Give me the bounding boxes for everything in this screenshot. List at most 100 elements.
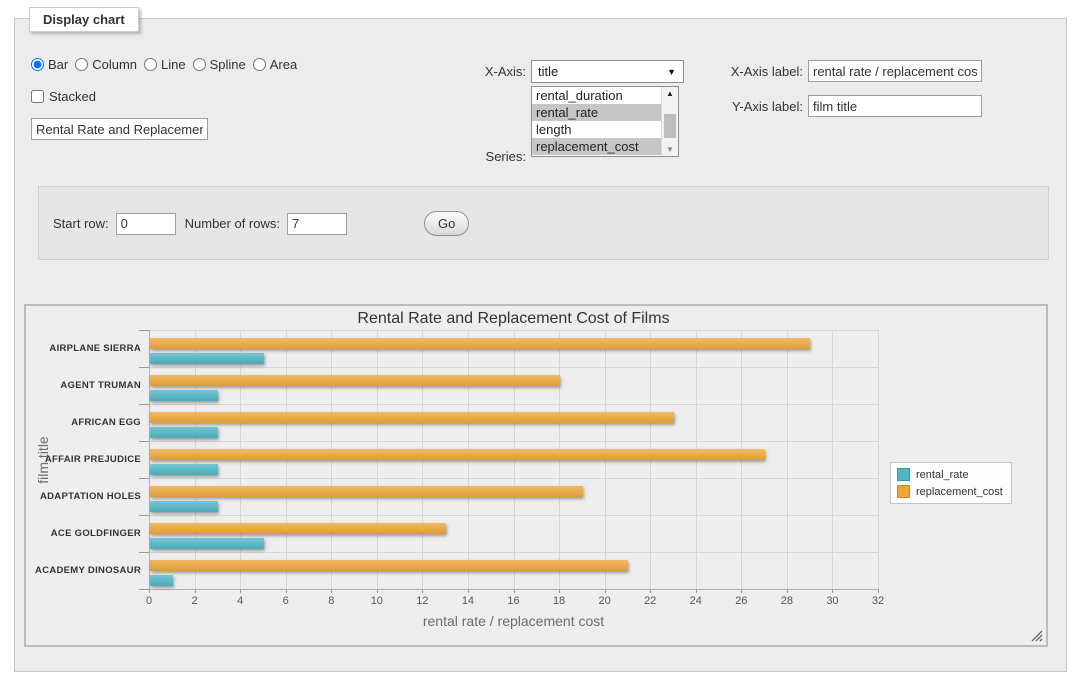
fieldset-legend: Display chart <box>29 7 139 32</box>
legend-item-replacement_cost[interactable]: replacement_cost <box>897 485 1003 498</box>
chart-type-radio-area[interactable] <box>253 58 266 71</box>
category-label: ACE GOLDFINGER <box>26 528 141 539</box>
legend-swatch <box>897 485 910 498</box>
series-list-label: Series: <box>463 149 526 164</box>
series-option-rental_duration[interactable]: rental_duration <box>532 87 661 104</box>
y-axis-line <box>149 330 150 589</box>
x-axis-tick-label: 16 <box>502 595 526 607</box>
chart-type-option-bar: Bar <box>31 57 68 72</box>
chart-title: Rental Rate and Replacement Cost of Film… <box>149 310 878 328</box>
x-axis-tick-label: 4 <box>228 595 252 607</box>
y-axis-tick <box>139 478 149 479</box>
gridline <box>149 404 878 405</box>
legend-item-rental_rate[interactable]: rental_rate <box>897 468 1003 481</box>
bar-replacement_cost <box>150 486 583 497</box>
bar-rental_rate <box>150 464 218 475</box>
gridline <box>286 330 287 589</box>
bar-replacement_cost <box>150 449 765 460</box>
x-axis-select[interactable]: title ▼ <box>531 60 684 83</box>
category-label: AFRICAN EGG <box>26 417 141 428</box>
x-axis-title: rental rate / replacement cost <box>149 613 878 629</box>
gridline <box>787 330 788 589</box>
bar-rental_rate <box>150 501 218 512</box>
legend-label: replacement_cost <box>916 486 1003 498</box>
go-button[interactable]: Go <box>424 211 469 236</box>
bar-replacement_cost <box>150 412 674 423</box>
chart-type-option-spline: Spline <box>193 57 246 72</box>
y-axis-label-input[interactable] <box>808 95 982 117</box>
chart-type-radio-line[interactable] <box>144 58 157 71</box>
bar-replacement_cost <box>150 338 810 349</box>
gridline <box>331 330 332 589</box>
gridline <box>878 330 879 589</box>
scrollbar-thumb[interactable] <box>664 114 676 138</box>
chart-type-radio-column[interactable] <box>75 58 88 71</box>
y-axis-tick <box>139 441 149 442</box>
resize-handle-icon[interactable] <box>1031 630 1043 642</box>
x-axis-tick-label: 26 <box>729 595 753 607</box>
series-listbox[interactable]: rental_durationrental_ratelengthreplacem… <box>531 86 679 157</box>
x-axis-tick-label: 18 <box>547 595 571 607</box>
x-axis-tick-label: 14 <box>456 595 480 607</box>
gridline <box>240 330 241 589</box>
chart-type-radio-spline[interactable] <box>193 58 206 71</box>
y-axis-tick <box>139 404 149 405</box>
gridline <box>514 330 515 589</box>
x-axis-tick-label: 8 <box>319 595 343 607</box>
x-axis-tick-label: 32 <box>866 595 890 607</box>
chart-type-option-area: Area <box>253 57 297 72</box>
x-axis-label-label: X-Axis label: <box>715 64 803 79</box>
gridline <box>741 330 742 589</box>
gridline <box>422 330 423 589</box>
gridline <box>605 330 606 589</box>
chart-type-radio-label: Line <box>161 57 186 72</box>
gridline <box>149 515 878 516</box>
category-label: AGENT TRUMAN <box>26 380 141 391</box>
x-axis-label-input[interactable] <box>808 60 982 82</box>
bar-rental_rate <box>150 575 173 586</box>
start-row-input[interactable] <box>116 213 176 235</box>
x-axis-tick-label: 20 <box>593 595 617 607</box>
chart-container: Rental Rate and Replacement Cost of Film… <box>24 304 1048 647</box>
x-axis-tick <box>878 589 879 593</box>
gridline <box>149 552 878 553</box>
y-axis-tick <box>139 330 149 331</box>
chart-type-option-column: Column <box>75 57 137 72</box>
gridline <box>149 330 878 331</box>
bar-rental_rate <box>150 353 264 364</box>
chart-type-radio-label: Area <box>270 57 297 72</box>
num-rows-label: Number of rows: <box>185 216 280 231</box>
series-scrollbar[interactable]: ▲ ▼ <box>661 87 678 156</box>
x-axis-select-label: X-Axis: <box>463 64 526 79</box>
x-axis-tick-label: 0 <box>137 595 161 607</box>
bar-rental_rate <box>150 390 218 401</box>
series-option-replacement_cost[interactable]: replacement_cost <box>532 138 661 155</box>
gridline <box>468 330 469 589</box>
gridline <box>832 330 833 589</box>
bar-replacement_cost <box>150 375 560 386</box>
x-axis-tick-label: 10 <box>365 595 389 607</box>
chart-type-radio-bar[interactable] <box>31 58 44 71</box>
chart-type-option-line: Line <box>144 57 186 72</box>
gridline <box>696 330 697 589</box>
scroll-down-icon[interactable]: ▼ <box>662 143 678 156</box>
bar-replacement_cost <box>150 560 628 571</box>
stacked-label: Stacked <box>49 89 96 104</box>
row-range-panel: Start row: Number of rows: Go <box>38 186 1049 260</box>
x-axis-tick-label: 30 <box>820 595 844 607</box>
y-axis-tick <box>139 589 149 590</box>
scroll-up-icon[interactable]: ▲ <box>662 87 678 100</box>
stacked-checkbox-row: Stacked <box>31 89 96 104</box>
gridline <box>195 330 196 589</box>
series-option-length[interactable]: length <box>532 121 661 138</box>
bar-replacement_cost <box>150 523 446 534</box>
num-rows-input[interactable] <box>287 213 347 235</box>
chart-title-input[interactable] <box>31 118 208 140</box>
bar-rental_rate <box>150 538 264 549</box>
y-axis-tick <box>139 552 149 553</box>
series-option-rental_rate[interactable]: rental_rate <box>532 104 661 121</box>
stacked-checkbox[interactable] <box>31 90 44 103</box>
gridline <box>559 330 560 589</box>
x-axis-tick-label: 12 <box>410 595 434 607</box>
x-axis-tick-label: 6 <box>274 595 298 607</box>
